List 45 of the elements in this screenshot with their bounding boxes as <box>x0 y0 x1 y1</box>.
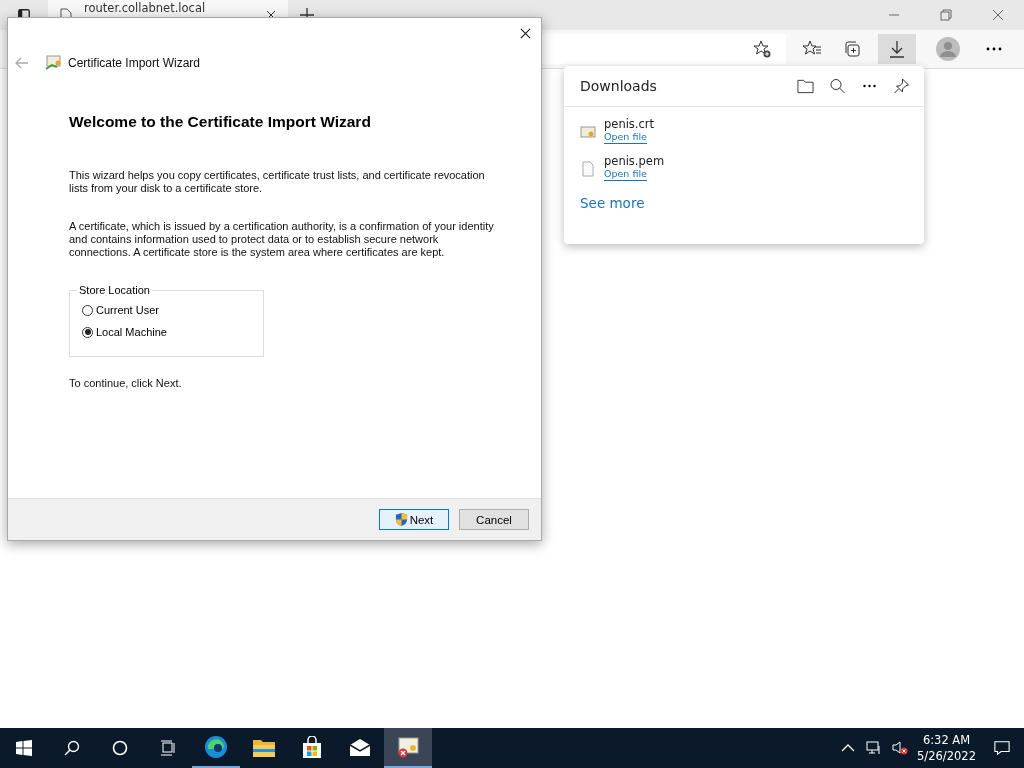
tab-title: router.collabnet.local <box>84 0 207 15</box>
search-icon[interactable] <box>829 78 846 94</box>
task-view-icon[interactable] <box>160 740 176 756</box>
instruction-text: To continue, click Next. <box>69 377 183 390</box>
downloads-button[interactable] <box>878 34 916 64</box>
download-icon <box>887 39 907 59</box>
cancel-button[interactable]: Cancel <box>459 509 529 530</box>
radio-label: Current User <box>96 304 159 316</box>
open-file-link[interactable]: Open file <box>604 131 647 144</box>
file-name: penis.pem <box>604 154 665 168</box>
folder-icon[interactable] <box>797 78 814 94</box>
open-file-link[interactable]: Open file <box>604 168 647 181</box>
next-button[interactable]: Next <box>379 509 449 530</box>
group-label: Store Location <box>78 284 151 296</box>
restore-icon[interactable] <box>940 9 952 21</box>
pin-icon[interactable] <box>893 78 910 94</box>
see-more-link[interactable]: See more <box>580 195 645 211</box>
search-icon[interactable] <box>64 740 80 756</box>
shield-icon <box>394 512 408 527</box>
avatar-icon[interactable] <box>936 37 960 61</box>
cortana-icon[interactable] <box>112 740 128 756</box>
radio-option[interactable]: Local Machine <box>82 326 255 338</box>
wizard-heading: Welcome to the Certificate Import Wizard <box>69 113 372 131</box>
radio-option[interactable]: Current User <box>82 304 255 316</box>
notifications-icon[interactable] <box>994 740 1010 756</box>
network-icon[interactable] <box>866 740 883 756</box>
volume-muted-icon[interactable] <box>892 740 909 756</box>
start-icon[interactable] <box>16 740 32 756</box>
radio-label: Local Machine <box>96 326 167 338</box>
wizard-paragraph: A certificate, which is issued by a certification authority, is a confirmation of your identity and contains information used to protect data or to establish secure network connections. A certificate store is the system area where certificates are kept. <box>69 220 495 259</box>
certificate-icon <box>396 735 420 759</box>
taskbar-app[interactable] <box>384 728 432 768</box>
certificate-icon <box>45 54 63 72</box>
clock[interactable]: 6:32 AM 5/26/2022 <box>917 732 976 764</box>
file-icon <box>580 161 596 177</box>
certificate-file-icon <box>580 124 596 140</box>
close-icon[interactable] <box>520 27 531 39</box>
panel-title: Downloads <box>580 78 658 94</box>
shopping-bag-icon <box>300 736 324 760</box>
add-favorite-icon[interactable] <box>752 39 772 59</box>
wizard-paragraph: This wizard helps you copy certificates, certificate trust lists, and certificate revocation lists from your disk to a certificate store. <box>69 169 486 195</box>
window-title: Certificate Import Wizard <box>68 56 201 70</box>
collections-icon[interactable] <box>842 39 862 59</box>
browser-logo-icon <box>204 735 228 759</box>
file-name: penis.crt <box>604 117 655 131</box>
